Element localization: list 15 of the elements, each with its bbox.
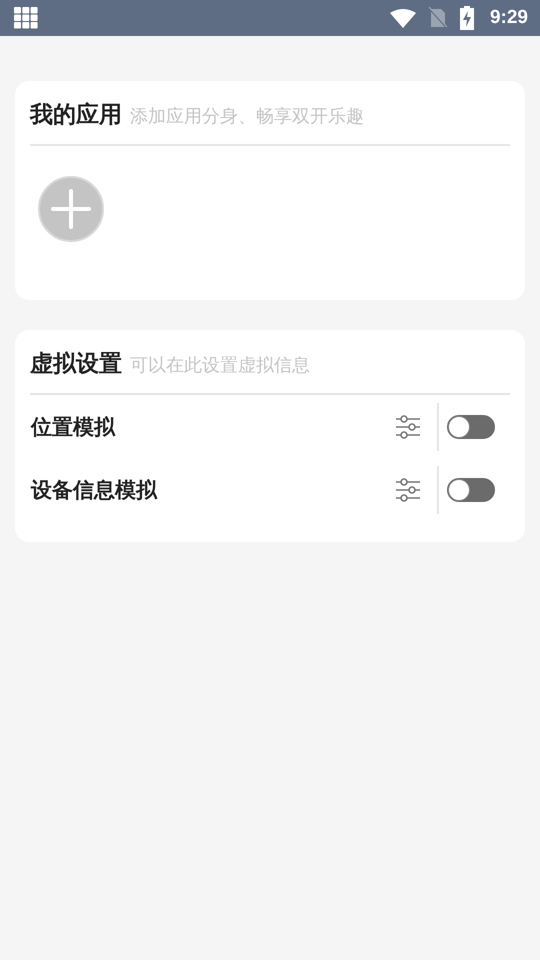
setting-label: 位置模拟: [30, 414, 116, 440]
section-title: 我的应用: [30, 101, 122, 130]
section-title: 虚拟设置: [30, 350, 122, 379]
section-subtitle: 添加应用分身、畅享双开乐趣: [130, 105, 364, 128]
sliders-icon[interactable]: [395, 414, 421, 440]
toggle-switch[interactable]: [447, 478, 495, 502]
wifi-icon: [390, 8, 416, 28]
battery-charging-icon: [460, 6, 474, 30]
setting-label: 设备信息模拟: [30, 476, 158, 504]
clock-time: 9:29: [490, 7, 528, 29]
toggle-switch[interactable]: [447, 414, 495, 438]
no-sim-icon: [428, 7, 448, 29]
section-subtitle: 可以在此设置虚拟信息: [130, 354, 310, 377]
app-grid-icon: [14, 7, 38, 29]
sliders-icon[interactable]: [395, 476, 421, 502]
